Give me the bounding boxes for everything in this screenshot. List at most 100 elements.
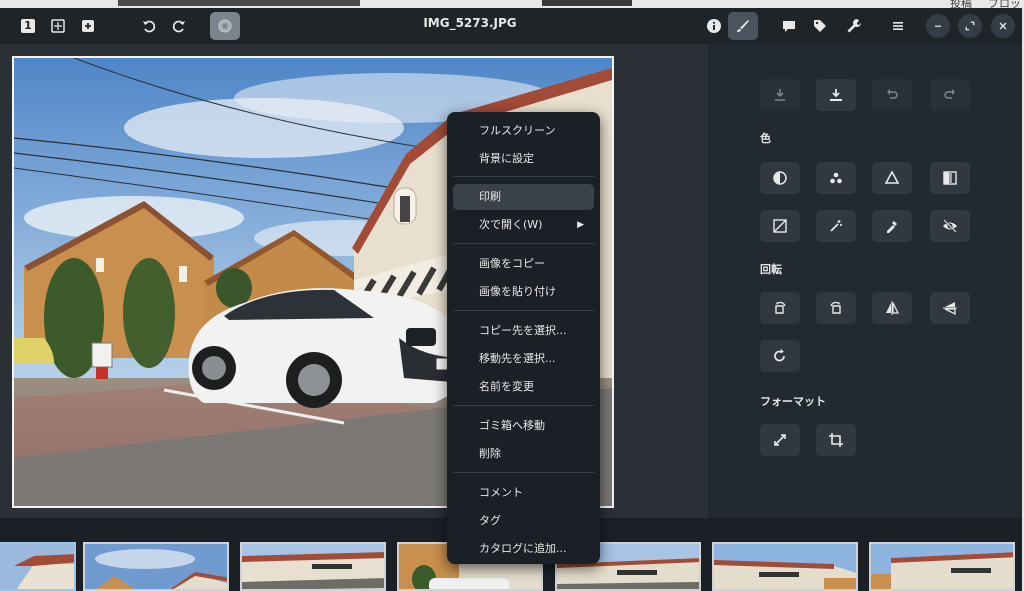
eyedropper-button[interactable]: [872, 210, 912, 242]
rotate-right-icon: [172, 20, 185, 33]
rotate-free-button[interactable]: [760, 340, 800, 372]
thumbnail[interactable]: [240, 542, 386, 591]
section-format-label: フォーマット: [760, 395, 826, 408]
menu-item-fullscreen[interactable]: フルスクリーン: [453, 118, 594, 144]
eyedropper-icon: [887, 221, 897, 233]
one-to-one-button[interactable]: 1: [14, 12, 42, 40]
edit-button[interactable]: [728, 12, 758, 40]
flip-horizontal-icon: [886, 301, 900, 315]
thumbnail-image: [0, 544, 74, 589]
magic-wand-button[interactable]: [816, 210, 856, 242]
close-icon: [999, 22, 1007, 30]
menu-item-label: 移動先を選択...: [479, 352, 556, 365]
menu-icon: [893, 22, 903, 30]
menu-separator: [453, 310, 594, 311]
save-button-disabled[interactable]: [760, 79, 800, 111]
menu-item-label: 次で開く(W): [479, 218, 543, 231]
fit-button[interactable]: [44, 12, 72, 40]
tag-button[interactable]: [806, 12, 834, 40]
gradient-icon: [943, 171, 957, 185]
maximize-icon: [965, 21, 975, 31]
menu-item-paste-image[interactable]: 画像を貼り付け: [453, 279, 594, 305]
undo-button[interactable]: [872, 79, 912, 111]
grayscale-button[interactable]: [930, 162, 970, 194]
flip-horizontal-button[interactable]: [872, 292, 912, 324]
slideshow-icon: [218, 19, 232, 33]
menu-item-set-background[interactable]: 背景に設定: [453, 146, 594, 172]
thumbnail[interactable]: [712, 542, 858, 591]
comment-button[interactable]: [775, 12, 803, 40]
menu-item-copy-image[interactable]: 画像をコピー: [453, 251, 594, 277]
menu-separator: [453, 405, 594, 406]
menu-item-comment[interactable]: コメント: [453, 480, 594, 506]
menu-item-tag[interactable]: タグ: [453, 508, 594, 534]
save-as-button[interactable]: [816, 79, 856, 111]
red-eye-button[interactable]: [930, 210, 970, 242]
tools-button[interactable]: [840, 12, 868, 40]
menu-item-move-to[interactable]: 移動先を選択...: [453, 346, 594, 372]
info-icon: [707, 19, 721, 33]
contrast-icon: [773, 171, 787, 185]
menu-item-delete[interactable]: 削除: [453, 441, 594, 467]
rotate-right-90-button[interactable]: [816, 292, 856, 324]
menu-item-add-to-catalog[interactable]: カタログに追加...: [453, 536, 594, 562]
magic-wand-icon: [830, 220, 842, 232]
fit-icon: [51, 19, 65, 33]
menu-separator: [453, 243, 594, 244]
edit-panel: 色 回転 フォーマット: [708, 44, 1022, 518]
menu-item-copy-to[interactable]: コピー先を選択...: [453, 318, 594, 344]
menu-item-label: 背景に設定: [479, 152, 534, 165]
menu-item-label: 画像を貼り付け: [479, 285, 556, 298]
section-rotate-label: 回転: [760, 263, 782, 276]
rotate-left-90-button[interactable]: [760, 292, 800, 324]
color-balance-button[interactable]: [816, 162, 856, 194]
menu-item-label: ゴミ箱へ移動: [479, 419, 545, 432]
close-button[interactable]: [991, 14, 1015, 38]
slideshow-button[interactable]: [210, 12, 240, 40]
menu-item-label: 名前を変更: [479, 380, 534, 393]
menu-item-open-with[interactable]: 次で開く(W) ▶: [453, 212, 594, 238]
save-download-icon: [830, 89, 842, 101]
download-icon: [775, 89, 785, 101]
rotate-left-icon-panel: [775, 301, 786, 314]
image-canvas[interactable]: [0, 44, 708, 518]
rotate-right-button[interactable]: [165, 12, 193, 40]
info-button[interactable]: [700, 12, 728, 40]
menu-item-label: 画像をコピー: [479, 257, 545, 270]
minimize-button[interactable]: [926, 14, 950, 38]
auto-contrast-button[interactable]: [760, 162, 800, 194]
main-menu-button[interactable]: [884, 12, 912, 40]
rotate-cw-icon: [774, 349, 785, 362]
thumbnail[interactable]: [83, 542, 229, 591]
submenu-arrow-icon: ▶: [577, 220, 584, 230]
crop-button[interactable]: [816, 424, 856, 456]
eye-off-icon: [943, 219, 957, 233]
curves-icon: [773, 219, 787, 233]
menu-separator: [453, 176, 594, 177]
menu-item-label: 削除: [479, 447, 501, 460]
comment-icon: [783, 21, 795, 32]
wrench-icon: [847, 19, 861, 33]
curves-button[interactable]: [760, 210, 800, 242]
header-bar: 1 IMG_5273.JPG: [0, 8, 1022, 44]
resize-button[interactable]: [760, 424, 800, 456]
menu-item-rename[interactable]: 名前を変更: [453, 374, 594, 400]
tag-icon: [814, 20, 826, 32]
levels-button[interactable]: [872, 162, 912, 194]
background-app-bar-2: [542, 0, 632, 6]
menu-item-move-to-trash[interactable]: ゴミ箱へ移動: [453, 413, 594, 439]
maximize-button[interactable]: [958, 14, 982, 38]
crop-icon: [829, 433, 843, 447]
rotate-left-button[interactable]: [135, 12, 163, 40]
menu-item-print[interactable]: 印刷: [453, 184, 594, 210]
thumbnail-image: [714, 544, 856, 589]
thumbnail-image: [242, 544, 384, 589]
redo-button[interactable]: [930, 79, 970, 111]
thumbnail[interactable]: [0, 542, 76, 591]
flip-vertical-button[interactable]: [930, 292, 970, 324]
zoom-in-button[interactable]: [74, 12, 102, 40]
section-color-label: 色: [760, 132, 771, 145]
thumbnail[interactable]: [869, 542, 1015, 591]
menu-separator: [453, 472, 594, 473]
menu-item-label: タグ: [479, 514, 501, 527]
